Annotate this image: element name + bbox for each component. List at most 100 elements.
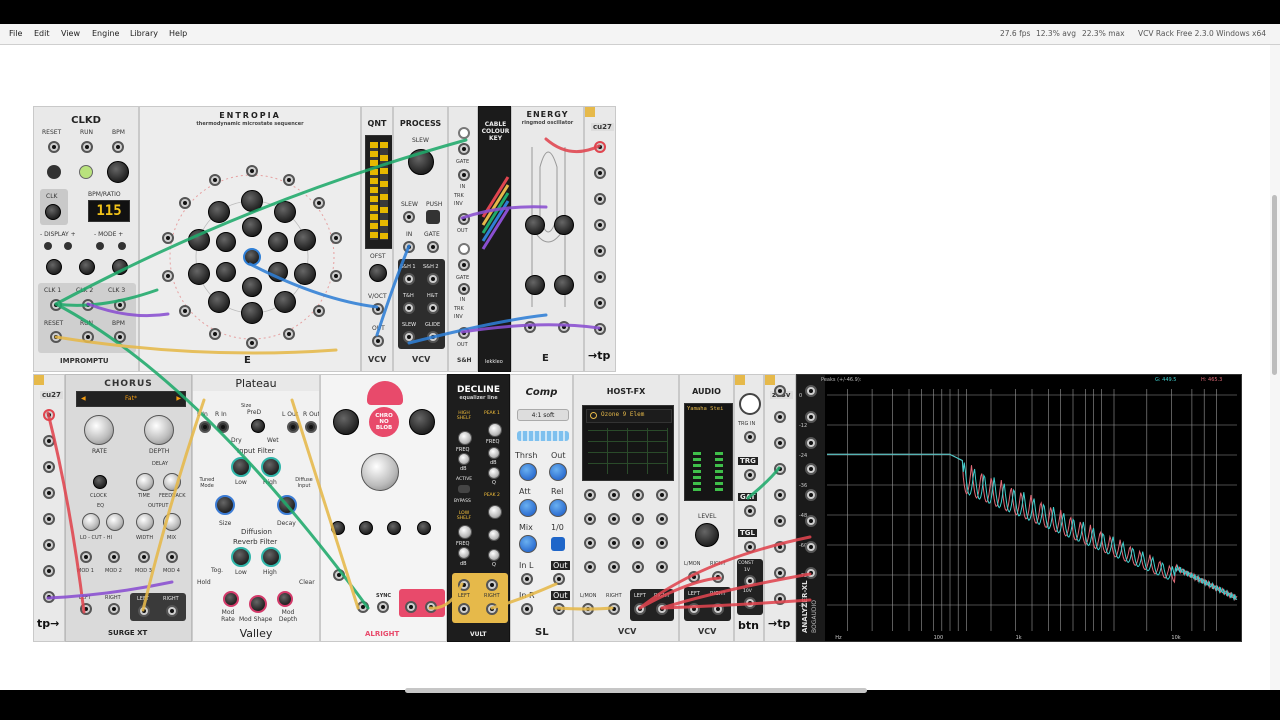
entropia-center-knob[interactable]: [243, 248, 261, 266]
decline-p1-db-knob[interactable]: [488, 447, 500, 459]
process-slew-output[interactable]: [403, 331, 415, 343]
zu3v-jack[interactable]: [774, 437, 786, 449]
comp-in-r-jack[interactable]: [521, 603, 533, 615]
module-analyzer-xl[interactable]: ANALYZER-XL BOGAUDIO Peaks (+/-46.9): G:…: [796, 374, 1242, 642]
chrono-left-output[interactable]: [405, 601, 417, 613]
comp-bypass-button[interactable]: [551, 537, 565, 551]
clkd-mode-down-button[interactable]: [96, 242, 104, 250]
module-plateau[interactable]: Plateau L In R In Size PreD L Out R Out …: [192, 374, 320, 642]
process-gate-input[interactable]: [427, 241, 439, 253]
entropia-knob[interactable]: [294, 228, 317, 251]
entropia-knob[interactable]: [187, 228, 210, 251]
entropia-knob[interactable]: [267, 232, 288, 252]
qnt-ofst-knob[interactable]: [369, 264, 387, 282]
chorus-clock-knob[interactable]: [93, 475, 107, 489]
decline-right-input[interactable]: [486, 579, 498, 591]
zu3v-jack[interactable]: [774, 489, 786, 501]
decline-p2-freq-knob[interactable]: [488, 505, 502, 519]
zu3v-jack[interactable]: [774, 515, 786, 527]
hostfx-left-output[interactable]: [634, 603, 646, 615]
btn-main-button[interactable]: [739, 393, 761, 415]
audio-right-input[interactable]: [712, 571, 724, 583]
entropia-jack[interactable]: [162, 231, 175, 244]
hostfx-plugin-selector[interactable]: Ozone 9 Elem: [586, 409, 672, 423]
sh-in-input-2[interactable]: [458, 283, 470, 295]
clkd-reset-output[interactable]: [50, 331, 62, 343]
horizontal-scrollbar[interactable]: [0, 686, 1270, 696]
menu-help[interactable]: Help: [169, 29, 187, 38]
chrono-mod-knob[interactable]: [417, 521, 431, 535]
chorus-left-input[interactable]: [80, 603, 92, 615]
entropia-knob[interactable]: [273, 200, 296, 223]
plateau-r-in-jack[interactable]: [217, 421, 229, 433]
plateau-reverb-high-knob[interactable]: [261, 547, 281, 567]
hostfx-param-jack[interactable]: [656, 537, 668, 549]
clkd-run-input[interactable]: [81, 141, 93, 153]
clkd-clk1-output[interactable]: [50, 299, 62, 311]
comp-out-knob[interactable]: [549, 463, 567, 481]
module-cable-colour-key[interactable]: CABLE COLOUR KEY lekkleo: [478, 106, 511, 372]
entropia-knob[interactable]: [241, 190, 263, 212]
entropia-knob[interactable]: [241, 302, 263, 324]
entropia-jack[interactable]: [313, 304, 326, 317]
module-qnt[interactable]: QNT OFST V/OCT OUT VCV: [361, 106, 393, 372]
clkd-clk-knob[interactable]: [45, 204, 61, 220]
hostfx-plugin-panel[interactable]: Ozone 9 Elem: [582, 405, 674, 481]
chorus-right-output[interactable]: [166, 605, 178, 617]
horizontal-scroll-thumb[interactable]: [405, 688, 867, 693]
chrono-right-output[interactable]: [425, 601, 437, 613]
hostfx-param-jack[interactable]: [584, 561, 596, 573]
entropia-jack[interactable]: [246, 165, 258, 177]
hostfx-param-jack[interactable]: [584, 537, 596, 549]
hostfx-param-jack[interactable]: [632, 561, 644, 573]
analyzer-input-jack[interactable]: [805, 463, 817, 475]
chorus-width-knob[interactable]: [136, 513, 154, 531]
chorus-lo-cut-knob[interactable]: [82, 513, 100, 531]
clkd-display-up-button[interactable]: [64, 242, 72, 250]
cu27-top-jack[interactable]: [594, 245, 606, 257]
energy-mod-a-knob[interactable]: [525, 275, 545, 295]
chorus-time-knob[interactable]: [136, 473, 154, 491]
audio-device-panel[interactable]: Yamaha Stei: [684, 403, 733, 501]
menu-edit[interactable]: Edit: [34, 29, 50, 38]
btn-const-1v-output[interactable]: [744, 575, 756, 587]
chorus-feedback-knob[interactable]: [163, 473, 181, 491]
clkd-run-output[interactable]: [82, 331, 94, 343]
clkd-ratio1-knob[interactable]: [46, 259, 62, 275]
cu27-top-jack[interactable]: [594, 323, 606, 335]
decline-active-toggle[interactable]: [458, 485, 470, 493]
comp-ratio-select[interactable]: 4:1 soft: [517, 409, 569, 421]
chorus-hi-cut-knob[interactable]: [106, 513, 124, 531]
hostfx-param-jack[interactable]: [608, 561, 620, 573]
zu3v-jack[interactable]: [774, 567, 786, 579]
decline-ls-db-knob[interactable]: [458, 547, 470, 559]
module-btn[interactable]: TRG IN TRG GAT TGL CONST 1V 10V btn: [734, 374, 764, 642]
btn-trg-output[interactable]: [744, 469, 756, 481]
cu27-top-jack[interactable]: [594, 219, 606, 231]
entropia-knob[interactable]: [242, 217, 262, 237]
chorus-mod4-jack[interactable]: [166, 551, 178, 563]
process-sh2-output[interactable]: [427, 273, 439, 285]
chrono-shape-knob[interactable]: [359, 521, 373, 535]
decline-hs-freq-knob[interactable]: [458, 431, 472, 445]
process-in-input[interactable]: [403, 241, 415, 253]
hostfx-param-jack[interactable]: [608, 489, 620, 501]
comp-rel-knob[interactable]: [549, 499, 567, 517]
cu27-bottom-jack[interactable]: [43, 409, 55, 421]
plateau-size-knob[interactable]: [215, 495, 235, 515]
qnt-keyboard[interactable]: [365, 135, 392, 249]
module-energy[interactable]: ENERGY ringmod oscillator E: [511, 106, 584, 372]
process-th-output[interactable]: [403, 302, 415, 314]
process-slew-cv-input[interactable]: [403, 211, 415, 223]
analyzer-input-jack[interactable]: [805, 437, 817, 449]
hostfx-param-jack[interactable]: [632, 489, 644, 501]
analyzer-input-jack[interactable]: [805, 541, 817, 553]
qnt-notes-left[interactable]: [370, 142, 378, 240]
clkd-bpm-input[interactable]: [112, 141, 124, 153]
hostfx-right-output[interactable]: [656, 603, 668, 615]
clkd-bpm-output[interactable]: [114, 331, 126, 343]
hostfx-param-jack[interactable]: [656, 561, 668, 573]
hostfx-param-jack[interactable]: [584, 489, 596, 501]
entropia-jack[interactable]: [329, 270, 342, 283]
cu27-bottom-jack[interactable]: [43, 461, 55, 473]
